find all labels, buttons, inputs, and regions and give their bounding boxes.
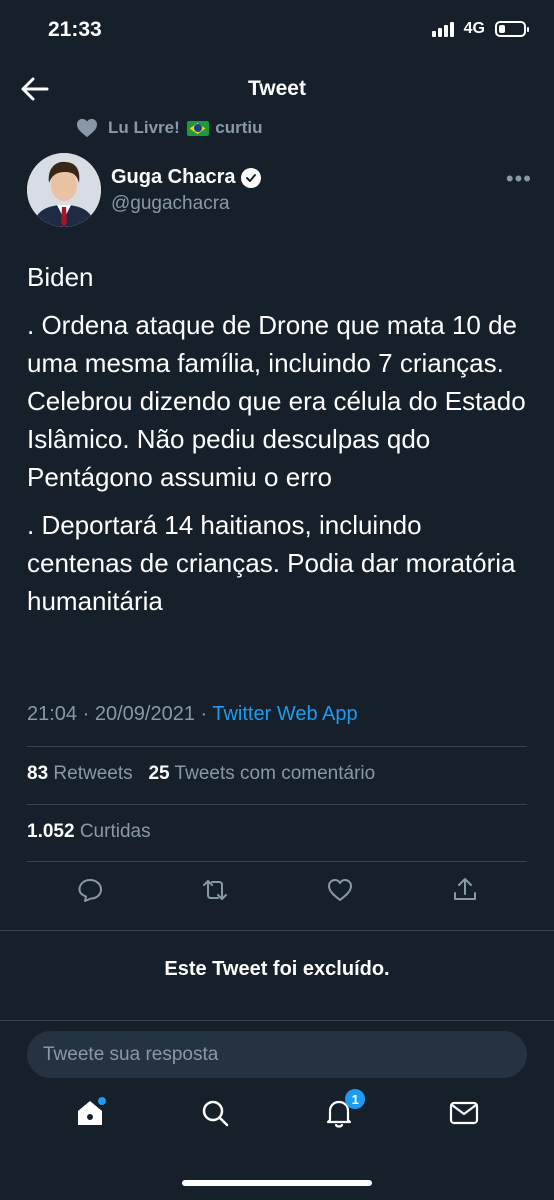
author-name-text[interactable]: Guga Chacra: [111, 166, 235, 189]
tweet-actions: [27, 876, 527, 904]
likes-label: Curtidas: [79, 821, 151, 842]
reply-icon[interactable]: [76, 876, 104, 904]
divider: [27, 804, 527, 805]
nav-home[interactable]: [72, 1095, 108, 1131]
tweet-paragraph: . Deportará 14 haitianos, incluindo cent…: [27, 510, 516, 616]
retweet-stats: 83 Retweets 25 Tweets com comentário: [27, 763, 375, 785]
author-name[interactable]: Guga Chacra: [111, 166, 262, 189]
divider: [27, 746, 527, 747]
divider: [0, 930, 554, 931]
likes-count: 1.052: [27, 821, 75, 842]
tweet-paragraph: Biden: [27, 262, 94, 292]
home-indicator[interactable]: [182, 1180, 372, 1186]
bottom-nav: 1: [0, 1089, 554, 1131]
retweets-label: Retweets: [53, 763, 133, 784]
social-context: Lu Livre! curtiu: [76, 118, 263, 138]
quotes-label: Tweets com comentário: [174, 763, 376, 784]
author-handle[interactable]: @gugachacra: [111, 193, 230, 215]
quotes-link[interactable]: 25 Tweets com comentário: [148, 763, 375, 784]
nav-search[interactable]: [197, 1095, 233, 1131]
reply-input[interactable]: [27, 1031, 527, 1078]
page-title: Tweet: [248, 77, 306, 100]
tweet-paragraph: . Ordena ataque de Drone que mata 10 de …: [27, 310, 526, 492]
nav-messages[interactable]: [446, 1095, 482, 1131]
signal-icon: [431, 21, 454, 37]
more-options-icon[interactable]: •••: [506, 166, 532, 192]
brazil-flag-icon: [186, 121, 209, 137]
nav-notifications[interactable]: 1: [321, 1089, 366, 1131]
retweets-link[interactable]: 83 Retweets: [27, 763, 133, 784]
network-type: 4G: [463, 20, 485, 37]
heart-filled-icon: [77, 118, 97, 138]
mail-icon: [449, 1101, 478, 1125]
avatar[interactable]: [27, 153, 101, 227]
liker-name[interactable]: Lu Livre!: [108, 118, 180, 137]
deleted-tweet-notice: Este Tweet foi excluído.: [164, 958, 390, 980]
retweet-icon[interactable]: [201, 876, 229, 904]
divider: [0, 1020, 554, 1021]
search-icon: [202, 1100, 228, 1127]
tweet-date: 20/09/2021: [94, 703, 195, 725]
likes-link[interactable]: 1.052 Curtidas: [27, 821, 151, 843]
quotes-count: 25: [148, 763, 170, 784]
verified-badge-icon: [241, 167, 262, 188]
status-time: 21:33: [48, 18, 102, 41]
tweet-time: 21:04: [27, 703, 78, 725]
social-action: curtiu: [215, 118, 263, 137]
retweets-count: 83: [27, 763, 49, 784]
battery-icon: [495, 21, 529, 37]
tweet-meta: 21:04 · 20/09/2021 · Twitter Web App: [27, 703, 358, 725]
tweet-source[interactable]: Twitter Web App: [212, 703, 357, 725]
tweet-text: Biden . Ordena ataque de Drone que mata …: [27, 258, 531, 630]
status-indicators: 4G: [431, 20, 529, 38]
divider: [27, 861, 527, 862]
share-icon[interactable]: [451, 876, 479, 904]
like-icon[interactable]: [326, 876, 354, 904]
notifications-badge: 1: [345, 1089, 366, 1109]
